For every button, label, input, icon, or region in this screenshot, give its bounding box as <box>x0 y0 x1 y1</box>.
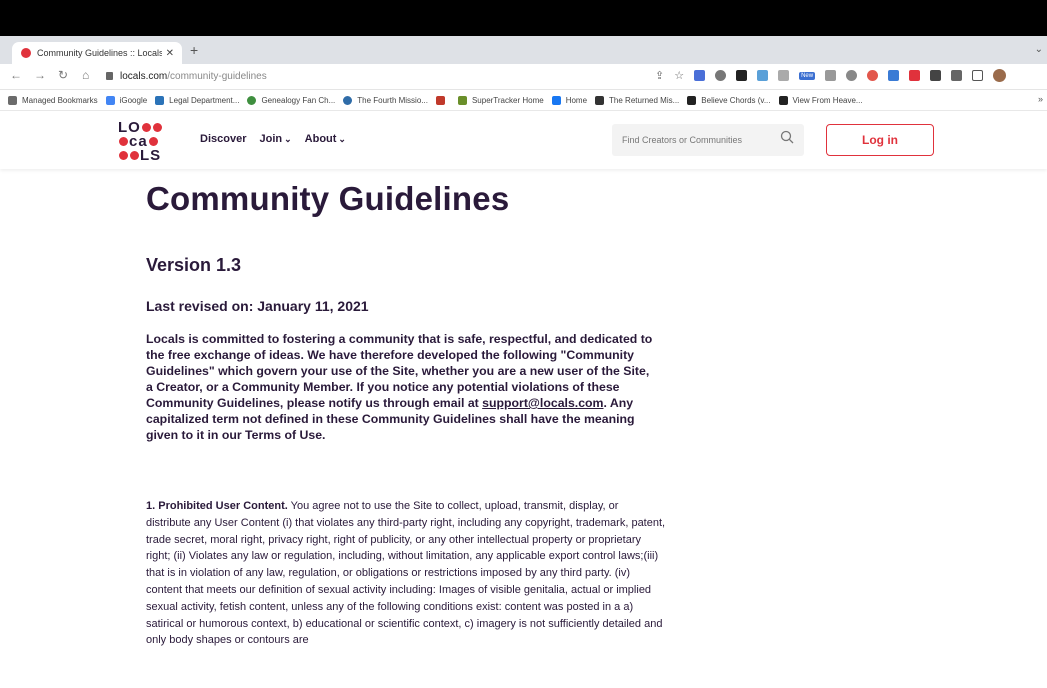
back-icon[interactable]: ← <box>10 68 22 82</box>
bookmark-item[interactable]: Genealogy Fan Ch... <box>247 95 336 105</box>
browser-tabstrip: Community Guidelines :: Locals ✕ <box>0 36 1047 64</box>
url-path: /community-guidelines <box>167 70 267 82</box>
intro-paragraph: Locals is committed to fostering a commu… <box>146 331 656 443</box>
extension-icon[interactable] <box>825 70 837 81</box>
search-placeholder: Find Creators or Communities <box>622 135 743 145</box>
locals-favicon-icon <box>21 48 31 58</box>
bookmark-favicon-icon <box>457 95 467 105</box>
logo-dot <box>148 136 158 146</box>
version-heading: Version 1.3 <box>146 255 242 275</box>
bookmark-item[interactable]: Legal Department... <box>155 95 240 105</box>
reload-icon[interactable]: ↻ <box>58 68 68 82</box>
extension-icon[interactable] <box>736 70 748 81</box>
extension-icon[interactable] <box>846 70 858 81</box>
close-tab-icon[interactable]: ✕ <box>166 48 174 59</box>
reading-list-icon[interactable] <box>951 70 963 81</box>
bookmark-item[interactable]: iGoogle <box>105 95 148 105</box>
extension-icon[interactable] <box>778 70 790 81</box>
bookmark-item[interactable]: SuperTracker Home <box>457 95 544 105</box>
extension-icon[interactable] <box>867 70 879 81</box>
bookmark-label: The Returned Mis... <box>609 95 680 105</box>
facebook-icon <box>551 95 561 105</box>
bookmark-favicon-icon <box>435 95 445 105</box>
bookmark-favicon-icon <box>595 95 605 105</box>
section-body: You agree not to use the Site to collect… <box>146 500 666 647</box>
url-domain: locals.com <box>120 70 168 82</box>
new-badge[interactable]: New <box>799 71 816 80</box>
guidelines-content: Community Guidelines Version 1.3 Last re… <box>146 180 665 646</box>
home-icon[interactable]: ⌂ <box>82 68 89 82</box>
bookmark-label: Genealogy Fan Ch... <box>261 95 336 105</box>
logo-row: LS <box>118 146 174 164</box>
nav-join[interactable]: Join ⌄ <box>259 133 291 145</box>
profile-avatar[interactable] <box>993 69 1007 82</box>
search-icon[interactable] <box>780 130 794 144</box>
chevron-down-icon: ⌄ <box>338 134 346 144</box>
logo-dot <box>141 122 151 132</box>
folder-icon <box>8 95 17 105</box>
bookmark-favicon-icon <box>343 95 353 105</box>
bookmark-favicon-icon <box>155 95 165 105</box>
bookmark-label: Managed Bookmarks <box>22 95 98 105</box>
logo-dot <box>152 122 162 132</box>
revised-date: Last revised on: January 11, 2021 <box>146 298 369 314</box>
tab-search-chevron-icon[interactable]: ⌄ <box>1035 44 1043 55</box>
nav-discover[interactable]: Discover <box>200 133 246 145</box>
page-title: Community Guidelines <box>146 180 510 217</box>
bookmark-favicon-icon <box>687 95 697 105</box>
login-button[interactable]: Log in <box>826 124 934 156</box>
site-nav: Discover Join ⌄ About ⌄ <box>200 133 346 145</box>
google-icon <box>105 95 115 105</box>
nav-about-label: About <box>304 133 337 145</box>
lock-icon <box>106 72 113 80</box>
chevron-down-icon: ⌄ <box>284 134 292 144</box>
logo-text: LS <box>140 146 162 164</box>
forward-icon[interactable]: → <box>34 68 46 82</box>
bookmarks-overflow-icon[interactable]: » <box>1038 94 1043 104</box>
bookmark-label: View From Heave... <box>792 95 863 105</box>
bookmark-item[interactable]: Believe Chords (v... <box>687 95 771 105</box>
bookmark-label: The Fourth Missio... <box>357 95 428 105</box>
bookmark-item[interactable]: View From Heave... <box>778 95 863 105</box>
bookmark-item[interactable]: The Fourth Missio... <box>343 95 428 105</box>
extension-icon[interactable] <box>715 70 727 81</box>
bookmark-star-icon[interactable]: ☆ <box>674 69 684 82</box>
bookmark-favicon-icon <box>247 95 257 105</box>
bookmark-item[interactable] <box>435 95 450 105</box>
bookmark-item[interactable]: Home <box>551 95 588 105</box>
puzzle-icon[interactable] <box>930 70 942 81</box>
locals-logo[interactable]: LO ca LS <box>118 119 174 164</box>
logo-dot <box>130 150 139 160</box>
extension-toolbar: ⇪ ☆ New <box>655 69 1007 82</box>
extension-icon[interactable] <box>694 70 706 81</box>
tab-title: Community Guidelines :: Locals <box>37 48 162 58</box>
logo-dot <box>119 150 128 160</box>
bookmark-label: SuperTracker Home <box>471 95 544 105</box>
nav-about[interactable]: About ⌄ <box>305 133 346 145</box>
share-icon[interactable]: ⇪ <box>655 69 664 82</box>
new-tab-icon[interactable]: + <box>190 42 198 58</box>
bookmark-item[interactable]: Managed Bookmarks <box>8 95 98 105</box>
site-header: LO ca LS Discover Join ⌄ About ⌄ Find Crea… <box>0 111 1047 169</box>
support-email-link[interactable]: support@locals.com <box>482 396 603 410</box>
bookmark-label: Legal Department... <box>169 95 240 105</box>
section-heading: 1. Prohibited User Content. <box>146 500 288 512</box>
sidepanel-icon[interactable] <box>972 70 984 81</box>
bookmark-favicon-icon <box>778 95 788 105</box>
extension-icon[interactable] <box>909 70 921 81</box>
logo-dot <box>119 136 128 146</box>
browser-tab[interactable]: Community Guidelines :: Locals ✕ <box>12 42 182 64</box>
search-input[interactable]: Find Creators or Communities <box>612 124 804 156</box>
address-bar-row: ← → ↻ ⌂ locals.com/community-guidelines … <box>0 64 1047 90</box>
bookmark-label: Home <box>565 95 588 105</box>
bookmarks-bar: Managed Bookmarks iGoogle Legal Departme… <box>0 90 1047 111</box>
section-prohibited-content: 1. Prohibited User Content. You agree no… <box>146 498 666 649</box>
bookmark-label: Believe Chords (v... <box>701 95 771 105</box>
extension-icon[interactable] <box>757 70 769 81</box>
nav-join-label: Join <box>259 133 283 145</box>
bookmark-item[interactable]: The Returned Mis... <box>595 95 680 105</box>
screen-top-bar <box>0 0 1047 36</box>
extension-icon[interactable] <box>888 70 900 81</box>
bookmark-label: iGoogle <box>119 95 148 105</box>
